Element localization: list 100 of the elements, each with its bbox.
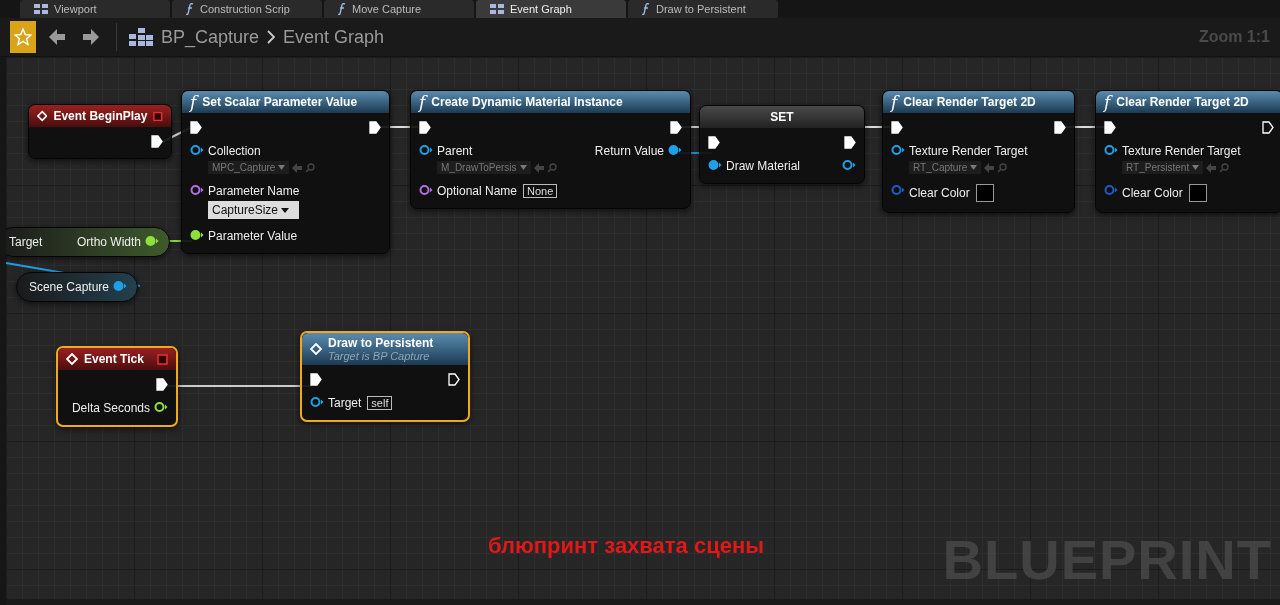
node-title: Create Dynamic Material Instance: [431, 95, 623, 109]
data-pin-icon[interactable]: [1104, 144, 1118, 156]
delegate-pin-icon[interactable]: [153, 110, 163, 122]
right-arrow-icon: [82, 28, 100, 46]
data-pin-icon[interactable]: [310, 396, 324, 408]
chevron-icon: [267, 30, 276, 44]
function-glyph: f: [190, 94, 197, 110]
exec-pin-icon[interactable]: [1262, 121, 1274, 134]
editor-tab[interactable]: Move Capture: [324, 0, 474, 18]
exec-pin-icon[interactable]: [1104, 121, 1116, 134]
exec-pin-icon[interactable]: [369, 121, 381, 134]
value-field[interactable]: self: [367, 396, 393, 410]
exec-pin-icon[interactable]: [419, 121, 431, 134]
exec-pin-icon[interactable]: [670, 121, 682, 134]
value-field[interactable]: None: [523, 184, 558, 198]
asset-dropdown[interactable]: RT_Capture: [909, 161, 982, 174]
data-pin-icon[interactable]: [842, 159, 856, 171]
editor-tab[interactable]: Event Graph: [476, 0, 626, 18]
data-pin-icon[interactable]: [708, 159, 722, 171]
pin-label: Target: [328, 396, 362, 410]
pin-label: Scene Capture: [28, 280, 109, 294]
node-title: Event Tick: [84, 352, 144, 366]
caret-icon: [278, 165, 286, 170]
node-header[interactable]: f Set Scalar Parameter Value: [182, 91, 389, 113]
node-header[interactable]: SET: [700, 106, 864, 128]
delegate-pin-icon[interactable]: [157, 353, 168, 365]
graph-node[interactable]: SET Draw Material: [699, 105, 865, 184]
data-pin-icon[interactable]: [190, 144, 204, 156]
breadcrumb-link[interactable]: BP_Capture: [161, 26, 260, 48]
data-pin-icon[interactable]: [419, 144, 433, 156]
node-header[interactable]: Draw to Persistent Target is BP Capture: [302, 333, 468, 365]
caret-icon: [1192, 165, 1200, 170]
caret-icon: [281, 207, 290, 213]
graph-node[interactable]: Event BeginPlay: [28, 104, 172, 159]
caption-text: блюпринт захвата сцены: [488, 533, 764, 559]
star-icon: [14, 28, 32, 46]
node-header[interactable]: f Create Dynamic Material Instance: [411, 91, 690, 113]
asset-dropdown[interactable]: MPC_Capture: [208, 161, 290, 174]
node-title: Clear Render Target 2D: [1116, 95, 1249, 109]
exec-pin-icon[interactable]: [151, 135, 163, 148]
diamond-icon: [66, 353, 78, 365]
pin-label: Delta Seconds: [71, 401, 150, 415]
asset-dropdown[interactable]: M_DrawToPersis: [437, 161, 531, 174]
node-header[interactable]: Event BeginPlay: [29, 105, 171, 127]
editor-tab[interactable]: Draw to Persistent: [628, 0, 778, 18]
exec-pin-icon[interactable]: [844, 136, 856, 149]
node-title: Event BeginPlay: [53, 109, 148, 123]
data-pin-icon[interactable]: [419, 184, 433, 196]
data-pin-icon[interactable]: [154, 401, 168, 413]
variable-node[interactable]: Scene Capture: [16, 272, 138, 302]
graph-node[interactable]: Event Tick Delta Seconds: [56, 346, 178, 427]
blueprint-icon: [129, 28, 153, 46]
parameter-dropdown[interactable]: CaptureSize: [208, 201, 300, 219]
node-header[interactable]: f Clear Render Target 2D: [1096, 91, 1280, 113]
pin-label: Texture Render Target: [1122, 144, 1241, 158]
exec-pin-icon[interactable]: [310, 373, 322, 386]
exec-pin-icon[interactable]: [1054, 121, 1066, 134]
exec-pin-icon[interactable]: [891, 121, 903, 134]
diamond-icon: [310, 343, 322, 355]
pin-label: Parameter Value: [208, 229, 298, 243]
data-pin-icon[interactable]: [668, 144, 682, 156]
color-swatch[interactable]: [975, 184, 994, 202]
pin-label: Clear Color: [909, 186, 970, 200]
pin-label: Parameter Name: [208, 184, 300, 198]
function-icon: [186, 3, 194, 15]
node-title: Draw to Persistent: [328, 336, 434, 350]
data-pin-icon[interactable]: [891, 144, 905, 156]
data-pin-icon[interactable]: [190, 229, 204, 241]
grid-icon: [490, 4, 504, 14]
variable-node[interactable]: Target Ortho Width: [6, 227, 170, 257]
exec-pin-icon[interactable]: [190, 121, 202, 134]
pin-label: Ortho Width: [76, 235, 141, 249]
data-pin-icon[interactable]: [145, 235, 159, 247]
function-glyph: f: [419, 94, 426, 110]
graph-node[interactable]: f Set Scalar Parameter Value Collection MPC_Capture Parameter Name CaptureSize Parameter Value: [181, 90, 390, 254]
graph-node[interactable]: f Clear Render Target 2D Texture Render Target RT_Capture Clear Color: [882, 90, 1075, 213]
exec-pin-icon[interactable]: [708, 136, 720, 149]
node-header[interactable]: f Clear Render Target 2D: [883, 91, 1074, 113]
left-arrow-icon: [48, 28, 66, 46]
function-icon: [642, 3, 650, 15]
graph-node[interactable]: f Create Dynamic Material Instance Parent M_DrawToPersis Return Value Optional Name None: [410, 90, 691, 209]
node-title: SET: [770, 110, 794, 124]
exec-pin-icon[interactable]: [156, 378, 168, 391]
grid-icon: [34, 4, 48, 14]
node-title: Set Scalar Parameter Value: [202, 95, 358, 109]
graph-node[interactable]: Draw to Persistent Target is BP Capture Target self: [300, 331, 470, 422]
editor-tab[interactable]: Construction Scrip: [172, 0, 322, 18]
editor-tab[interactable]: Viewport: [20, 0, 170, 18]
exec-pin-icon[interactable]: [448, 373, 460, 386]
pin-label: Target: [9, 235, 43, 249]
data-pin-icon[interactable]: [190, 184, 204, 196]
caret-icon: [970, 165, 978, 170]
asset-dropdown[interactable]: RT_Persistent: [1122, 161, 1204, 174]
breadcrumb-link[interactable]: Event Graph: [283, 26, 385, 48]
pin-label: Return Value: [594, 144, 664, 158]
node-header[interactable]: Event Tick: [58, 348, 176, 370]
graph-node[interactable]: f Clear Render Target 2D Texture Render Target RT_Persistent Clear Color: [1095, 90, 1280, 213]
color-swatch[interactable]: [1188, 184, 1207, 202]
node-subtitle: Target is BP Capture: [328, 350, 431, 362]
graph-canvas[interactable]: [0, 57, 1280, 605]
